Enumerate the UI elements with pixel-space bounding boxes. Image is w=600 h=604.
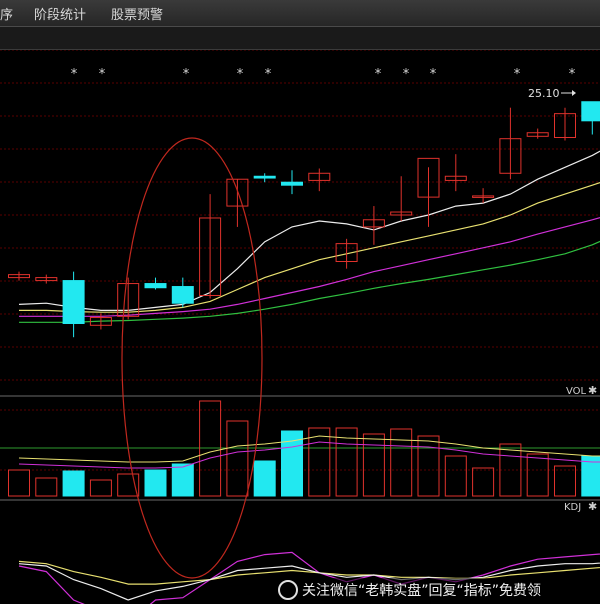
- candle: [281, 181, 303, 186]
- ma-yellow-line: [19, 182, 600, 313]
- peak-marker: *: [514, 67, 521, 82]
- last-price-tag: 25.10: [528, 87, 576, 100]
- kline-chart[interactable]: * * * * * * * * * * 25.10: [0, 50, 600, 604]
- candle: [253, 175, 276, 179]
- vol-gear-icon[interactable]: ✱: [588, 384, 597, 397]
- peak-marker: *: [99, 67, 106, 82]
- menu-item-order[interactable]: 序: [0, 4, 13, 23]
- candle: [144, 283, 167, 289]
- price-moving-averages: [18, 150, 600, 323]
- vol-panel-label: VOL: [566, 386, 587, 397]
- volume-bar: [472, 467, 495, 497]
- volume-bar: [171, 463, 194, 497]
- volume-bar: [526, 453, 549, 497]
- watermark: 关注微信“老韩实盘”回复“指标”免费领: [272, 578, 600, 604]
- menu-item-stock-alert[interactable]: 股票预警: [111, 4, 163, 23]
- peak-marker: *: [237, 67, 244, 82]
- volume-bar: [62, 470, 85, 497]
- candle: [171, 286, 194, 304]
- candle: [581, 101, 600, 122]
- peak-marker: *: [375, 67, 382, 82]
- watermark-text: 关注微信“老韩实盘”回复“指标”免费领: [302, 583, 542, 599]
- kdj-panel-label: KDJ: [564, 502, 582, 513]
- peak-marker: *: [403, 67, 410, 82]
- candle: [62, 280, 85, 324]
- volume-bar: [308, 427, 331, 497]
- volume-bar: [8, 469, 30, 497]
- highlight-ellipse: [121, 137, 263, 579]
- volume-bar: [226, 420, 249, 497]
- peak-marker: *: [183, 67, 190, 82]
- wechat-icon: [278, 580, 298, 600]
- volume-ma2-line: [18, 441, 600, 469]
- menu-bar: 序 阶段统计 股票预警: [0, 0, 600, 27]
- volume-bar: [444, 455, 467, 497]
- volume-bar: [89, 479, 112, 497]
- ma-white-line: [18, 150, 600, 311]
- volume-bar: [417, 435, 440, 497]
- last-price-label: 25.10: [528, 87, 560, 100]
- menu-item-stage-stats[interactable]: 阶段统计: [34, 4, 86, 23]
- volume-bar: [35, 477, 58, 497]
- volume-bar: [362, 433, 385, 497]
- volume-ma-line: [18, 435, 600, 463]
- peak-marker: *: [569, 67, 576, 82]
- peak-marker: *: [430, 67, 437, 82]
- volume-bar: [144, 469, 167, 497]
- toolbar-strip: [0, 27, 600, 50]
- kdj-gear-icon[interactable]: ✱: [588, 500, 597, 513]
- volume-bar: [390, 428, 413, 497]
- peak-marker: *: [265, 67, 272, 82]
- ma-green-line: [19, 240, 600, 323]
- volume-bar: [117, 473, 140, 497]
- volume-bar: [253, 460, 276, 497]
- peak-marker: *: [71, 67, 78, 82]
- top-markers: * * * * * * * * * *: [71, 67, 576, 82]
